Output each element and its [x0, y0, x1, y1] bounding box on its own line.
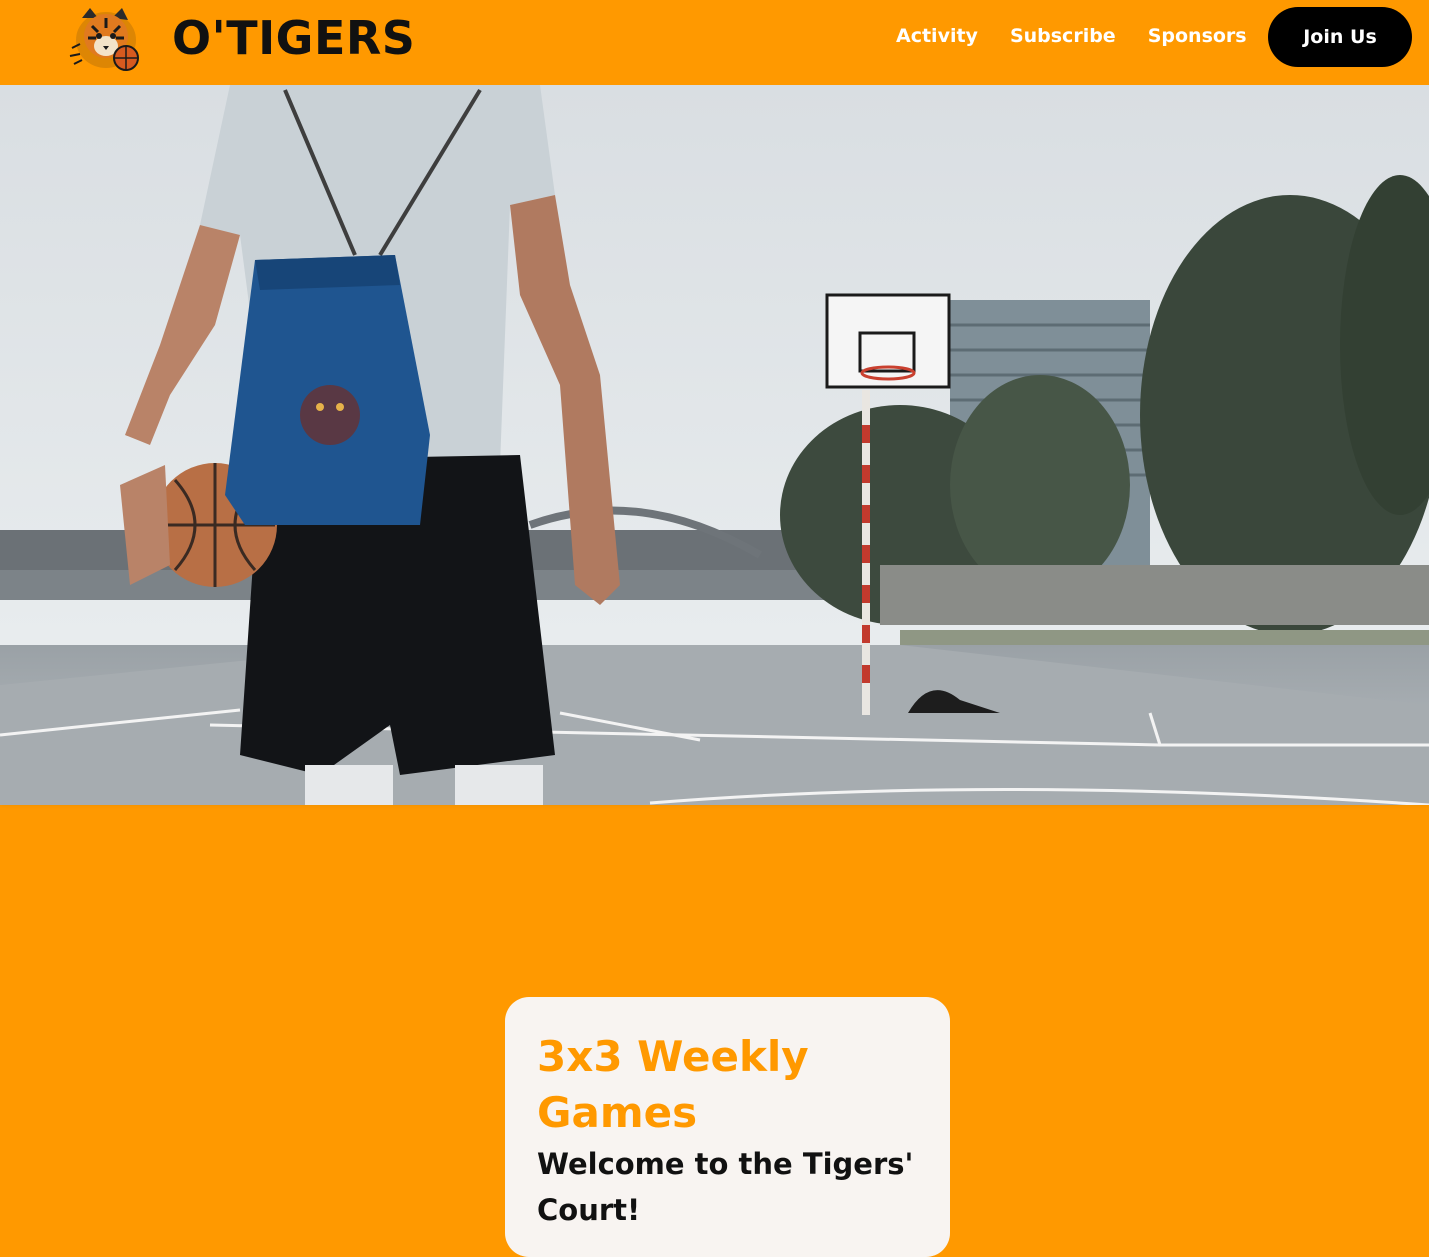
nav-link-activity[interactable]: Activity: [896, 20, 978, 52]
hero-photo: [0, 85, 1429, 805]
main-nav: Activity Subscribe Sponsors: [896, 20, 1279, 52]
nav-link-subscribe[interactable]: Subscribe: [1010, 20, 1116, 52]
weekly-games-card: 3x3 Weekly Games Welcome to the Tigers' …: [505, 997, 950, 1257]
card-subtitle: Welcome to the Tigers' Court!: [537, 1147, 914, 1227]
card-title: 3x3 Weekly Games: [537, 1032, 809, 1137]
nav-link-sponsors[interactable]: Sponsors: [1148, 20, 1247, 52]
join-us-button[interactable]: Join Us: [1268, 7, 1412, 67]
navbar: O'TIGERS Activity Subscribe Sponsors Joi…: [0, 0, 1429, 85]
tiger-logo-icon[interactable]: [68, 4, 146, 72]
brand-name[interactable]: O'TIGERS: [172, 8, 415, 68]
hero-image: [0, 85, 1429, 805]
